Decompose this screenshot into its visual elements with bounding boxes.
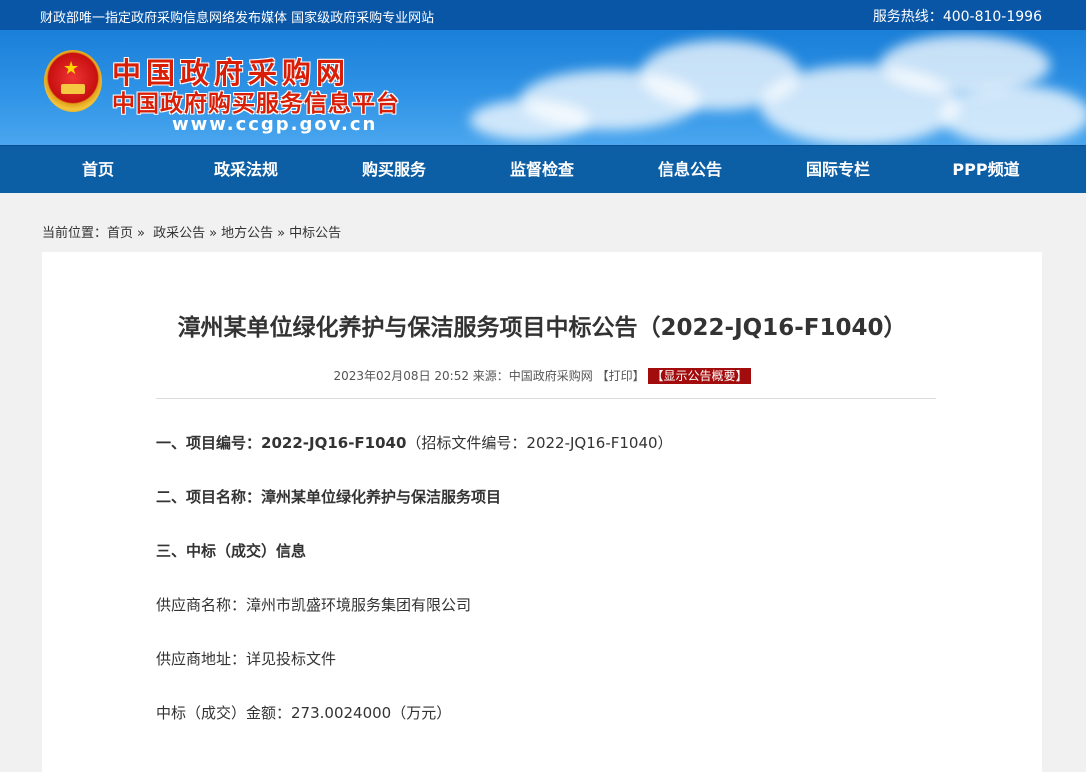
article-meta: 2023年02月08日 20:52 来源：中国政府采购网 【打印】 【显示公告概… xyxy=(42,367,1042,384)
top-bar: 财政部唯一指定政府采购信息网络发布媒体 国家级政府采购专业网站 服务热线：400… xyxy=(0,0,1086,30)
project-name-value: 漳州某单位绿化养护与保洁服务项目 xyxy=(261,488,502,506)
header-banner: ★ 中国政府采购网 中国政府购买服务信息平台 www.ccgp.gov.cn xyxy=(0,30,1086,145)
breadcrumb-label: 当前位置： xyxy=(42,226,108,241)
main-nav: 首页 政采法规 购买服务 监督检查 信息公告 国际专栏 PPP频道 xyxy=(0,145,1086,193)
supplier-address: 供应商地址：详见投标文件 xyxy=(156,650,337,668)
project-name-label: 二、项目名称： xyxy=(156,488,262,506)
breadcrumb-award[interactable]: 中标公告 xyxy=(289,226,341,241)
nav-announcements[interactable]: 信息公告 xyxy=(616,146,764,193)
service-hotline: 服务热线：400-810-1996 xyxy=(873,6,1042,26)
site-slogan: 财政部唯一指定政府采购信息网络发布媒体 国家级政府采购专业网站 xyxy=(40,11,435,26)
nav-home[interactable]: 首页 xyxy=(24,146,172,193)
print-link[interactable]: 【打印】 xyxy=(597,369,645,383)
article-title: 漳州某单位绿化养护与保洁服务项目中标公告（2022-JQ16-F1040） xyxy=(177,315,907,341)
site-url: www.ccgp.gov.cn xyxy=(172,114,378,135)
project-number-label: 一、项目编号： xyxy=(156,434,262,452)
nav-regulations[interactable]: 政采法规 xyxy=(172,146,320,193)
project-name: 二、项目名称：漳州某单位绿化养护与保洁服务项目 xyxy=(156,486,501,507)
breadcrumb-procurement[interactable]: 政采公告 xyxy=(153,226,205,241)
nav-ppp[interactable]: PPP频道 xyxy=(912,146,1060,193)
breadcrumb-sep: » xyxy=(137,226,145,241)
hotline-number: 400-810-1996 xyxy=(942,9,1042,25)
breadcrumb-sep: » xyxy=(277,226,286,241)
breadcrumb-sep: » xyxy=(209,226,218,241)
nav-purchase-services[interactable]: 购买服务 xyxy=(320,146,468,193)
project-number-value: 2022-JQ16-F1040 xyxy=(261,434,407,452)
show-summary-button[interactable]: 【显示公告概要】 xyxy=(648,368,751,384)
supplier-name: 供应商名称：漳州市凯盛环境服务集团有限公司 xyxy=(156,596,472,614)
project-number: 一、项目编号：2022-JQ16-F1040（招标文件编号：2022-JQ16-… xyxy=(156,432,673,453)
publish-date: 2023年02月08日 20:52 xyxy=(333,369,469,383)
nav-supervision[interactable]: 监督检查 xyxy=(468,146,616,193)
breadcrumb-local[interactable]: 地方公告 xyxy=(221,226,273,241)
award-info-heading: 三、中标（成交）信息 xyxy=(156,542,307,560)
article-source: 来源：中国政府采购网 xyxy=(472,369,593,383)
tender-file-number: （招标文件编号：2022-JQ16-F1040） xyxy=(406,434,673,452)
nav-international[interactable]: 国际专栏 xyxy=(764,146,912,193)
site-subtitle: 中国政府购买服务信息平台 xyxy=(112,90,400,117)
hotline-label: 服务热线： xyxy=(872,9,943,25)
divider xyxy=(156,398,936,399)
award-amount: 中标（成交）金额：273.0024000（万元） xyxy=(156,704,452,722)
national-emblem-icon: ★ xyxy=(44,50,102,112)
article-panel: 漳州某单位绿化养护与保洁服务项目中标公告（2022-JQ16-F1040） 20… xyxy=(42,252,1042,772)
breadcrumb: 当前位置：首页» 政采公告» 地方公告» 中标公告 xyxy=(42,222,341,241)
breadcrumb-home[interactable]: 首页 xyxy=(107,226,133,241)
